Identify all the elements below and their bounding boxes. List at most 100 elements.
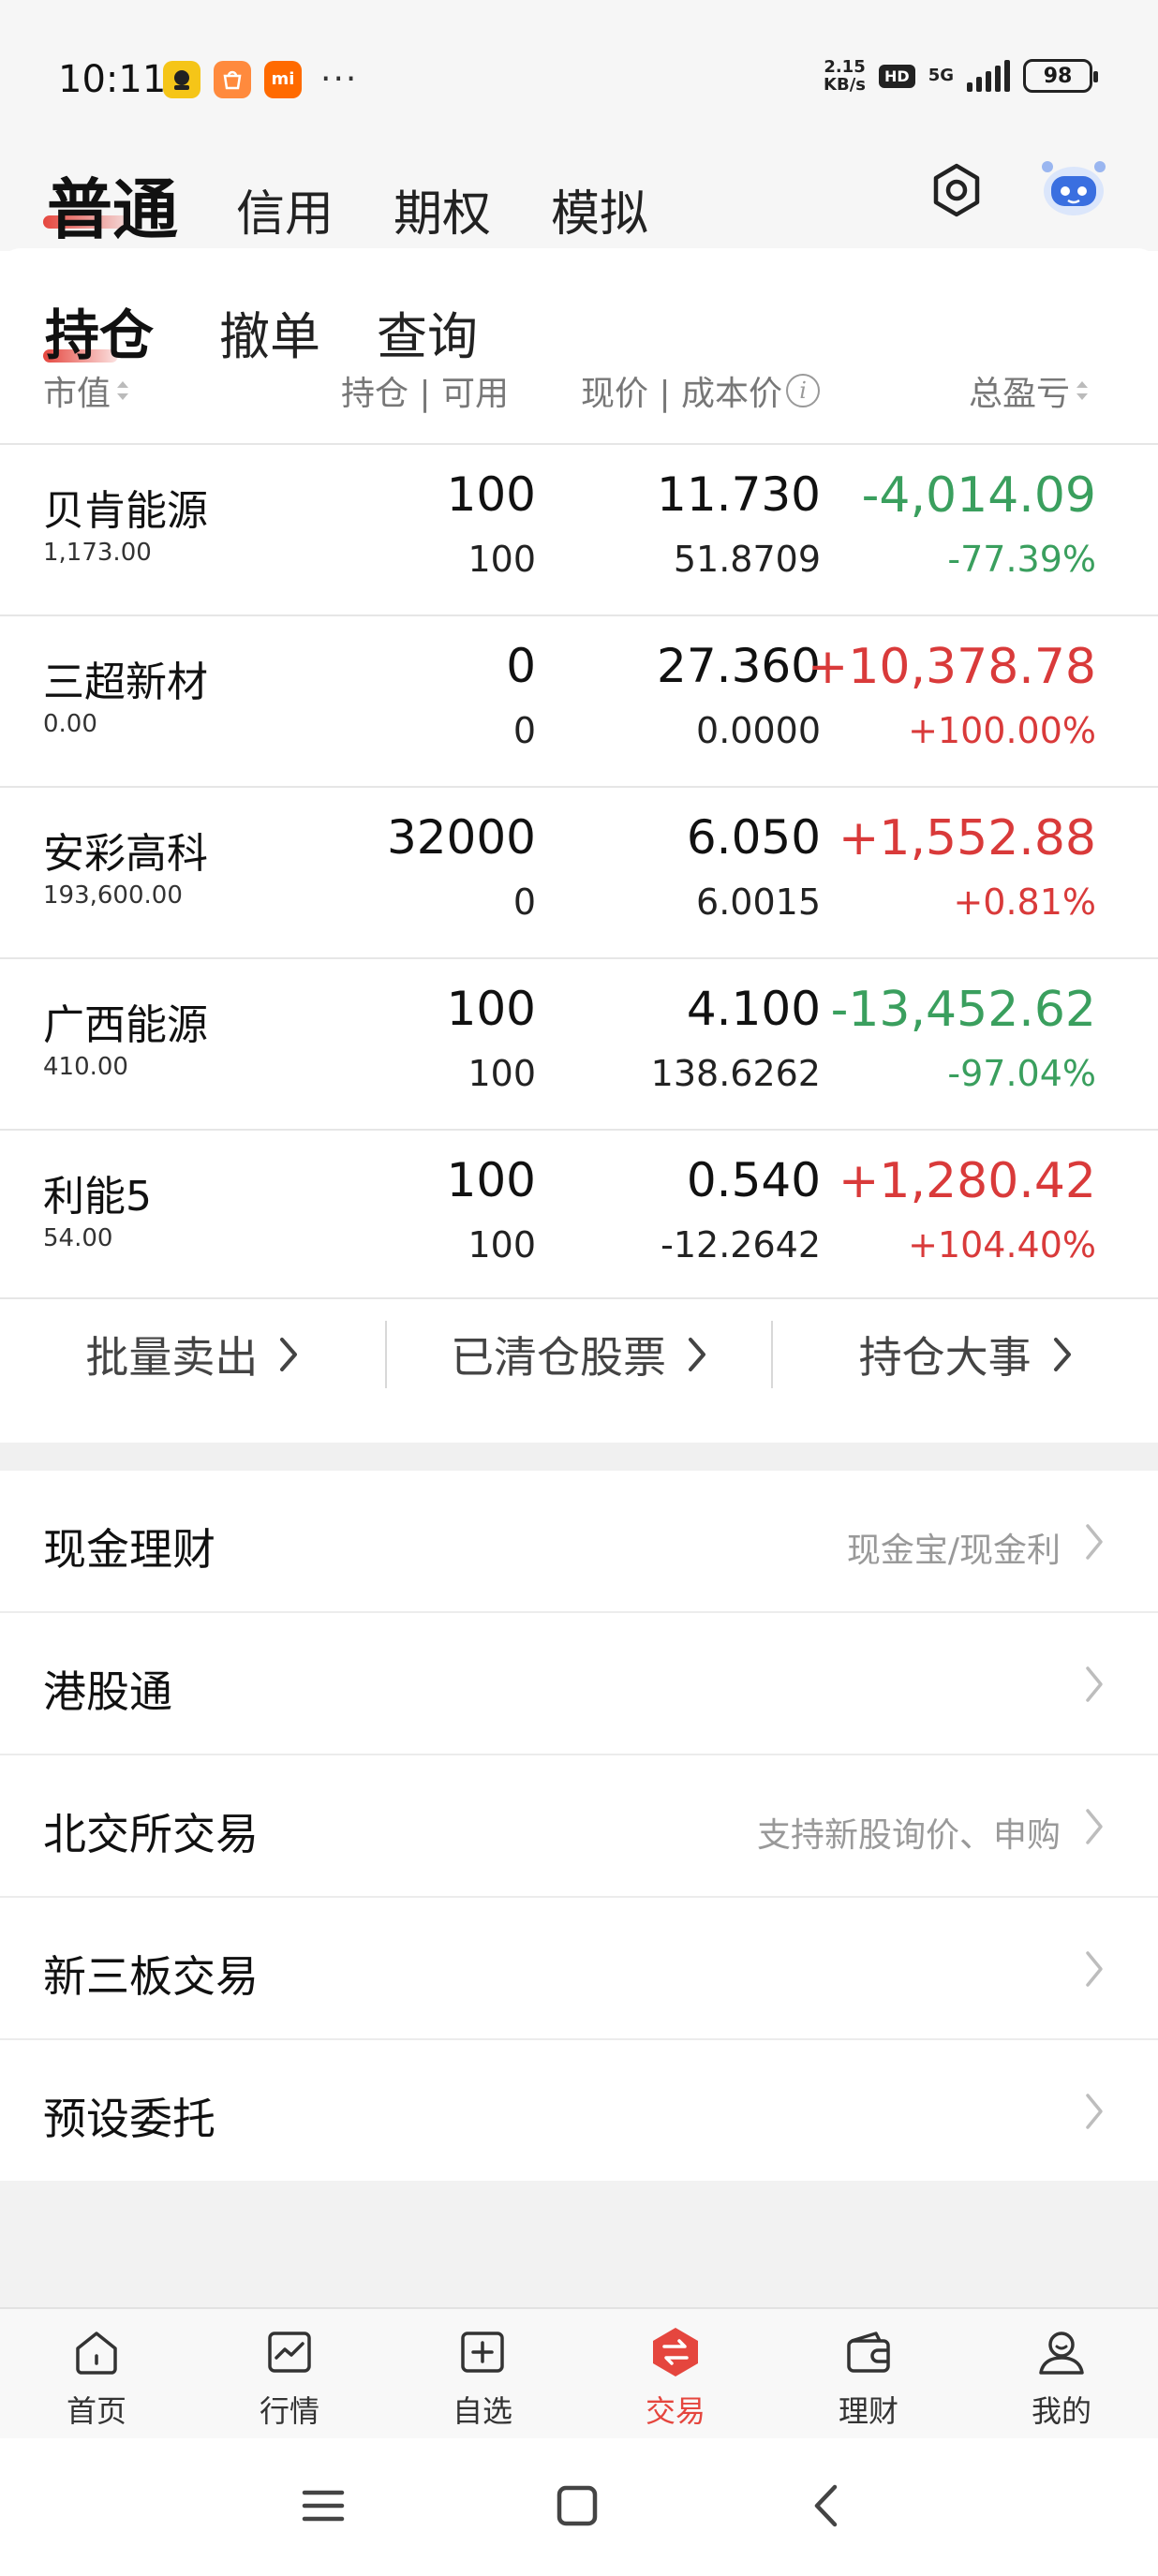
status-indicators: 2.15 KB/s HD 5G 98: [824, 58, 1098, 94]
sort-market-value[interactable]: 市值: [43, 366, 131, 415]
info-icon[interactable]: i: [786, 374, 821, 407]
total-pl: +10,378.78: [807, 639, 1096, 695]
tab-label: 自选: [452, 2393, 512, 2429]
column-price-cost-label: 现价 | 成本价: [581, 375, 783, 413]
holding-row[interactable]: 贝肯能源 1,173.00 100 100 11.730 51.8709 -4,…: [0, 443, 1158, 614]
menu-item-hk-connect[interactable]: 港股通: [0, 1613, 1158, 1755]
cleared-stocks-button[interactable]: 已清仓股票: [387, 1324, 772, 1385]
current-price: 0.540: [686, 1153, 821, 1207]
position-qty: 0: [506, 639, 536, 693]
holdings-card: 持仓 撤单 查询 市值 持仓 | 可用 现价 | 成本价 i 总盈亏 贝肯能源 …: [0, 248, 1158, 1443]
available-qty: 100: [468, 539, 536, 580]
stock-name: 贝肯能源: [43, 487, 208, 535]
tab-holdings[interactable]: 持仓: [45, 291, 154, 370]
total-pl: +1,552.88: [838, 810, 1096, 866]
robot-assistant-icon[interactable]: [1038, 154, 1109, 221]
chevron-right-icon: [1086, 2094, 1103, 2129]
back-icon[interactable]: [811, 2483, 839, 2528]
chevron-right-icon: [1086, 1951, 1103, 1987]
more-notifications-icon: ···: [320, 60, 359, 98]
total-pl: -13,452.62: [830, 982, 1096, 1038]
menu-item-desc: 现金宝/现金利: [846, 1532, 1061, 1570]
tab-market[interactable]: 行情: [193, 2309, 386, 2438]
network-speed: 2.15 KB/s: [824, 58, 866, 94]
tab-label: 首页: [66, 2393, 126, 2429]
tab-normal[interactable]: 普通: [47, 157, 178, 252]
total-pl-pct: +104.40%: [908, 1224, 1096, 1266]
menu-item-label: 现金理财: [43, 1524, 215, 1575]
chart-icon: [268, 2332, 311, 2373]
sort-total-pl[interactable]: 总盈亏: [969, 366, 1091, 415]
holding-row[interactable]: 利能5 54.00 100 100 0.540 -12.2642 +1,280.…: [0, 1129, 1158, 1300]
current-price: 4.100: [686, 982, 821, 1036]
total-pl: +1,280.42: [838, 1153, 1096, 1209]
menu-item-label: 北交所交易: [43, 1809, 259, 1859]
notification-app-icon: [163, 60, 200, 98]
cost-price: 51.8709: [673, 539, 821, 580]
chevron-right-icon: [689, 1338, 705, 1371]
batch-sell-label: 批量卖出: [85, 1332, 259, 1383]
tab-options[interactable]: 期权: [393, 174, 491, 244]
holding-events-button[interactable]: 持仓大事: [773, 1324, 1158, 1385]
status-bar: 10:11 mi ··· 2.15 KB/s HD 5G 98: [0, 0, 1158, 141]
column-total-pl-label: 总盈亏: [969, 375, 1071, 413]
chevron-right-icon: [1053, 1338, 1071, 1371]
market-value: 410.00: [43, 1053, 128, 1081]
account-type-tabs: 普通 信用 期权 模拟: [0, 141, 1158, 251]
settings-icon[interactable]: [928, 161, 986, 219]
menu-icon[interactable]: [302, 2487, 345, 2524]
menu-item-label: 港股通: [43, 1666, 172, 1717]
chevron-right-icon: [280, 1338, 298, 1371]
tab-cancel-orders[interactable]: 撤单: [219, 295, 320, 369]
tab-credit[interactable]: 信用: [236, 174, 334, 244]
cost-price: 6.0015: [696, 881, 821, 923]
menu-item-bse-trading[interactable]: 北交所交易 支持新股询价、申购: [0, 1755, 1158, 1898]
menu-item-preset-orders[interactable]: 预设委托: [0, 2040, 1158, 2183]
stock-name: 利能5: [43, 1173, 152, 1221]
system-navigation-bar: [0, 2438, 1158, 2576]
signal-icon: [967, 60, 1010, 92]
sort-icon: [117, 381, 129, 400]
cost-price: 138.6262: [650, 1053, 821, 1094]
cost-price: 0.0000: [696, 710, 821, 751]
hd-icon: HD: [879, 64, 915, 88]
holding-row[interactable]: 安彩高科 193,600.00 32000 0 6.050 6.0015 +1,…: [0, 786, 1158, 957]
position-qty: 100: [446, 467, 536, 522]
batch-sell-button[interactable]: 批量卖出: [0, 1324, 385, 1385]
tab-simulation[interactable]: 模拟: [551, 174, 648, 244]
tab-wealth[interactable]: 理财: [772, 2309, 965, 2438]
stock-name: 安彩高科: [43, 830, 208, 878]
add-square-icon: [461, 2332, 504, 2373]
tab-trade[interactable]: 交易: [579, 2309, 772, 2438]
available-qty: 100: [468, 1224, 536, 1266]
column-market-value-label: 市值: [43, 375, 111, 413]
cleared-stocks-label: 已清仓股票: [451, 1332, 666, 1383]
holding-row[interactable]: 三超新材 0.00 0 0 27.360 0.0000 +10,378.78 +…: [0, 614, 1158, 786]
tab-home[interactable]: 首页: [0, 2309, 193, 2438]
total-pl-pct: -77.39%: [947, 539, 1096, 580]
total-pl-pct: +100.00%: [908, 710, 1096, 751]
tab-watchlist[interactable]: 自选: [386, 2309, 579, 2438]
stock-name: 广西能源: [43, 1001, 208, 1049]
sort-icon: [1076, 381, 1089, 400]
bottom-tab-bar: 首页 行情 自选 交易 理财 我的: [0, 2307, 1158, 2438]
battery-icon: 98: [1023, 59, 1098, 93]
tab-query[interactable]: 查询: [377, 295, 478, 369]
available-qty: 0: [512, 881, 536, 923]
column-price-cost: 现价 | 成本价 i: [581, 366, 821, 415]
section-gap: [0, 1443, 1158, 1471]
chevron-right-icon: [1086, 1666, 1103, 1702]
menu-item-cash-management[interactable]: 现金理财 现金宝/现金利: [0, 1471, 1158, 1613]
available-qty: 0: [512, 710, 536, 751]
total-pl-pct: -97.04%: [947, 1053, 1096, 1094]
status-time: 10:11: [58, 58, 167, 101]
home-square-icon[interactable]: [557, 2485, 598, 2526]
menu-item-neeq-trading[interactable]: 新三板交易: [0, 1898, 1158, 2040]
market-value: 193,600.00: [43, 881, 183, 910]
tab-profile[interactable]: 我的: [965, 2309, 1158, 2438]
menu-item-label: 预设委托: [43, 2094, 215, 2144]
holding-row[interactable]: 广西能源 410.00 100 100 4.100 138.6262 -13,4…: [0, 957, 1158, 1129]
chevron-right-icon: [1086, 1809, 1103, 1844]
network-type: 5G: [928, 66, 954, 85]
shopping-bag-icon: [214, 60, 251, 98]
